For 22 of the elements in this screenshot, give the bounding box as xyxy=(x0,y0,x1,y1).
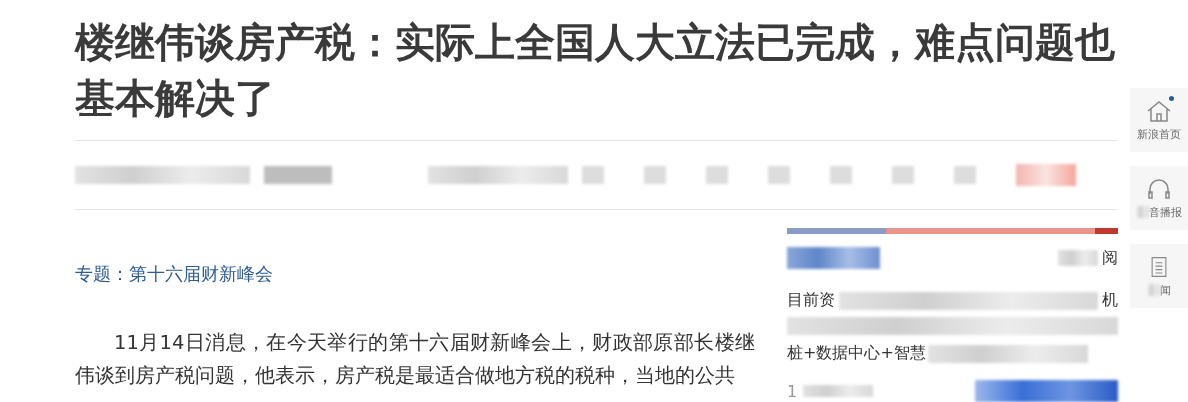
blurred-text xyxy=(1136,206,1149,218)
home-icon xyxy=(1145,98,1173,123)
toolbar-button[interactable]: 闻 xyxy=(1130,244,1188,308)
toolbar-button[interactable]: 新浪首页 xyxy=(1130,88,1188,152)
sidebar-text: 桩+数据中心+智慧 xyxy=(787,343,926,364)
sidebar-text: 1 xyxy=(787,381,798,401)
blurred-text xyxy=(1058,250,1098,266)
blurred-text xyxy=(264,166,332,184)
toolbar-label: 闻 xyxy=(1159,282,1171,298)
toolbar-label: 音播报 xyxy=(1148,204,1182,220)
topic-link[interactable]: 第十六届财新峰会 xyxy=(129,263,273,284)
toolbar-button[interactable]: 音播报 xyxy=(1130,166,1188,230)
article-paragraph: 11月14日消息，在今天举行的第十六届财新峰会上，财政部原部长楼继伟谈到房产税问题，他表示，房产税是最适合做地方税的税种，当地的公共 xyxy=(75,330,755,389)
blurred-text xyxy=(1147,284,1160,296)
read-label: 阅 xyxy=(1102,247,1118,269)
article-headline: 楼继伟谈房产税：实际上全国人大立法已完成，难点问题也基本解决了 xyxy=(75,18,1116,123)
headphones-icon xyxy=(1145,176,1173,201)
blurred-text xyxy=(803,385,874,397)
topic-label: 专题： xyxy=(75,263,129,284)
toolbar-label: 新浪首页 xyxy=(1137,126,1181,142)
sidebar-text: 目前资 xyxy=(787,290,835,311)
sidebar-text: 机 xyxy=(1102,290,1118,311)
